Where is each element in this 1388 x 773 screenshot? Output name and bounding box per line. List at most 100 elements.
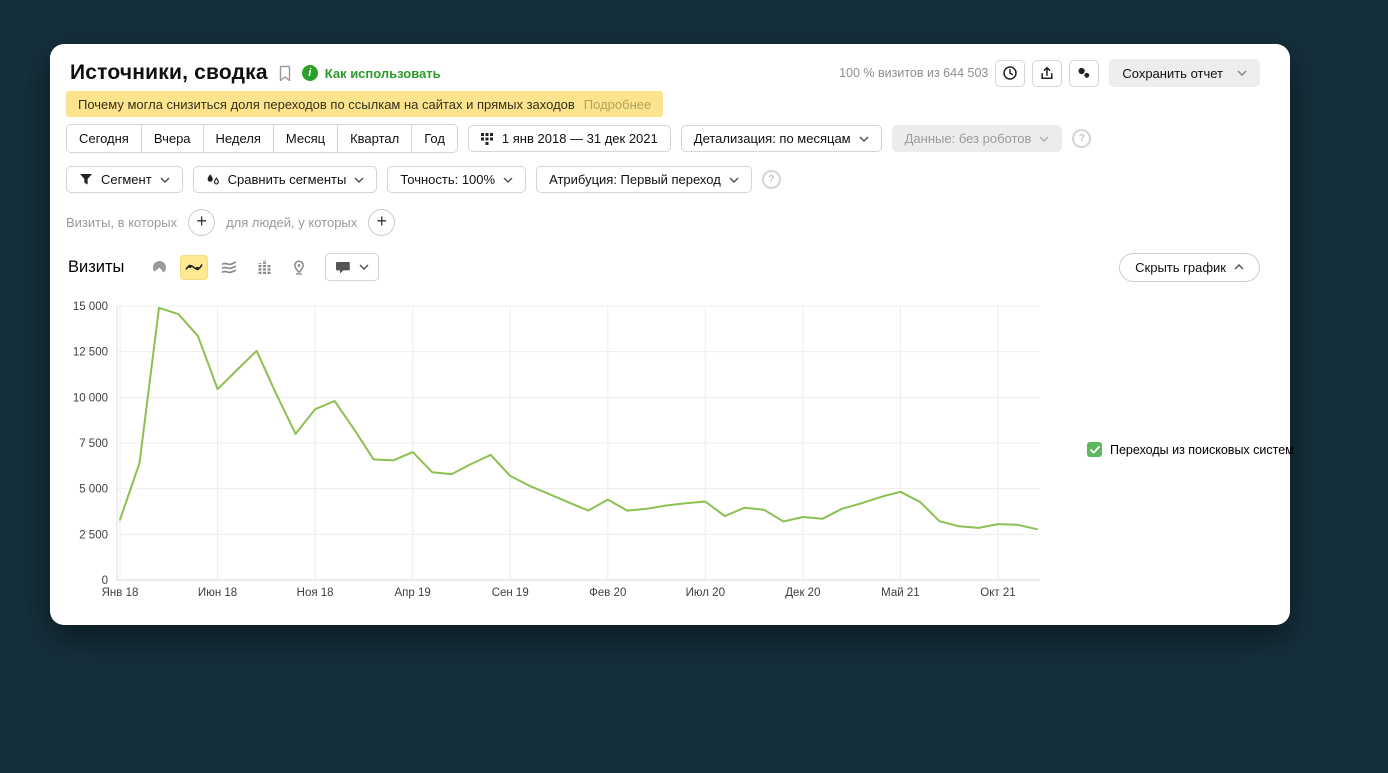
- bookmark-icon[interactable]: [278, 65, 292, 82]
- svg-text:Фев 20: Фев 20: [589, 587, 626, 599]
- add-people-condition-button[interactable]: [368, 208, 396, 236]
- visits-summary: 100 % визитов из 644 503: [839, 66, 989, 80]
- svg-text:5 000: 5 000: [79, 484, 108, 496]
- period-tabs: Сегодня Вчера Неделя Месяц Квартал Год: [66, 124, 458, 153]
- add-visit-condition-button[interactable]: [188, 208, 216, 236]
- svg-text:15 000: 15 000: [73, 301, 108, 313]
- legend-label: Переходы из поисковых систем: [1110, 442, 1294, 457]
- upload-icon: [1041, 66, 1053, 79]
- map-view-button[interactable]: [285, 255, 313, 280]
- two-dots-icon: [1078, 67, 1090, 78]
- comment-icon: [336, 261, 351, 273]
- period-today[interactable]: Сегодня: [67, 125, 142, 152]
- period-yesterday[interactable]: Вчера: [141, 125, 204, 152]
- date-range-value: 1 янв 2018 — 31 дек 2021: [501, 131, 658, 146]
- data-mode-value: Данные: без роботов: [904, 131, 1032, 146]
- line-chart-icon: [185, 264, 204, 271]
- info-icon[interactable]: [301, 65, 318, 81]
- period-quarter[interactable]: Квартал: [338, 125, 413, 152]
- svg-text:Апр 19: Апр 19: [395, 587, 431, 599]
- accuracy-dropdown[interactable]: Точность: 100%: [387, 166, 527, 193]
- help-icon[interactable]: [761, 170, 781, 189]
- svg-text:10 000: 10 000: [73, 392, 108, 404]
- map-pin-icon: [294, 259, 305, 275]
- legend-checkbox[interactable]: [1087, 442, 1102, 457]
- save-report-button[interactable]: Сохранить отчет: [1109, 59, 1260, 87]
- stacked-areas-icon: [221, 261, 237, 273]
- detalization-dropdown[interactable]: Детализация: по месяцам: [680, 125, 882, 152]
- period-month[interactable]: Месяц: [273, 125, 339, 152]
- report-header: Источники, сводка Как использовать 100 %…: [70, 56, 1260, 90]
- compare-segments-label: Сравнить сегменты: [227, 172, 347, 187]
- page-background: { "header": { "title": "Источники, сводк…: [0, 44, 1388, 773]
- svg-text:Янв 18: Янв 18: [102, 587, 139, 599]
- chevron-down-icon: [1237, 70, 1247, 76]
- detalization-value: Детализация: по месяцам: [693, 131, 851, 146]
- svg-text:Июн 18: Июн 18: [198, 587, 237, 599]
- columns-chart-icon: [258, 260, 271, 274]
- save-report-label: Сохранить отчет: [1122, 65, 1223, 81]
- chevron-down-icon: [729, 176, 739, 183]
- line-view-button[interactable]: [180, 254, 209, 280]
- help-icon[interactable]: [1072, 129, 1092, 148]
- how-to-use-link[interactable]: Как использовать: [325, 66, 441, 81]
- donut-icon: [152, 260, 166, 274]
- hide-chart-button[interactable]: Скрыть график: [1119, 252, 1260, 282]
- segment-label: Сегмент: [101, 172, 152, 187]
- chevron-down-icon: [1039, 135, 1049, 142]
- hide-chart-label: Скрыть график: [1135, 259, 1226, 275]
- calendar-grid-icon: [480, 133, 493, 145]
- svg-text:Сен 19: Сен 19: [492, 587, 529, 599]
- chart-toolbar: Визиты Скрыть график: [68, 252, 1260, 282]
- chevron-down-icon: [503, 176, 513, 183]
- date-range-button[interactable]: 1 янв 2018 — 31 дек 2021: [467, 125, 671, 152]
- export-button[interactable]: [1032, 59, 1063, 87]
- annotations-dropdown[interactable]: [325, 253, 380, 281]
- svg-text:Окт 21: Окт 21: [980, 587, 1015, 599]
- svg-text:7 500: 7 500: [79, 438, 108, 450]
- svg-text:Июл 20: Июл 20: [686, 587, 725, 599]
- chart-title: Визиты: [68, 257, 125, 276]
- segments-api-button[interactable]: [1069, 59, 1100, 87]
- chevron-down-icon: [354, 176, 364, 183]
- visits-chart: Янв 18 Июн 18 Ноя 18 Апр 19 Сен 19 Фев 20 Июл …: [66, 290, 1066, 607]
- segment-filter-row: Сегмент Сравнить сегменты Точность: 100%…: [66, 166, 781, 193]
- notice-banner: Почему могла снизиться доля переходов по…: [66, 91, 664, 117]
- check-icon: [1089, 445, 1100, 453]
- attribution-value: Атрибуция: Первый переход: [549, 172, 721, 187]
- period-week[interactable]: Неделя: [203, 125, 274, 152]
- clock-icon: [1003, 66, 1018, 80]
- notice-text: Почему могла снизиться доля переходов по…: [78, 96, 575, 112]
- attribution-dropdown[interactable]: Атрибуция: Первый переход: [536, 166, 752, 193]
- report-card: Источники, сводка Как использовать 100 %…: [50, 44, 1294, 625]
- history-button[interactable]: [995, 59, 1026, 87]
- line-chart: Янв 18 Июн 18 Ноя 18 Апр 19 Сен 19 Фев 20 Июл …: [73, 301, 1040, 599]
- chevron-down-icon: [859, 135, 869, 142]
- compare-segments-dropdown[interactable]: Сравнить сегменты: [192, 166, 378, 193]
- stacked-view-button[interactable]: [215, 255, 243, 280]
- period-filter-row: Сегодня Вчера Неделя Месяц Квартал Год 1…: [66, 124, 1092, 153]
- chevron-down-icon: [359, 264, 369, 270]
- segment-dropdown[interactable]: Сегмент: [66, 166, 183, 193]
- period-year[interactable]: Год: [412, 125, 457, 152]
- page-title: Источники, сводка: [70, 61, 268, 84]
- chevron-down-icon: [160, 176, 170, 183]
- people-condition-label: для людей, у которых: [226, 214, 358, 230]
- svg-text:12 500: 12 500: [73, 347, 108, 359]
- pie-view-button[interactable]: [145, 255, 173, 280]
- svg-text:2 500: 2 500: [79, 529, 108, 541]
- svg-text:0: 0: [102, 575, 108, 587]
- svg-text:Май 21: Май 21: [881, 587, 920, 599]
- two-drops-icon: [207, 173, 219, 184]
- notice-more-link[interactable]: Подробнее: [584, 97, 651, 112]
- visits-condition-label: Визиты, в которых: [66, 214, 178, 230]
- chart-legend: Переходы из поисковых систем: [1087, 442, 1294, 457]
- accuracy-value: Точность: 100%: [400, 172, 496, 187]
- funnel-icon: [80, 174, 92, 185]
- query-builder-row: Визиты, в которых для людей, у которых: [66, 208, 396, 236]
- chevron-up-icon: [1234, 264, 1244, 270]
- svg-text:Ноя 18: Ноя 18: [297, 587, 334, 599]
- data-mode-dropdown[interactable]: Данные: без роботов: [891, 125, 1063, 152]
- svg-text:Дек 20: Дек 20: [785, 587, 820, 599]
- columns-view-button[interactable]: [250, 255, 278, 280]
